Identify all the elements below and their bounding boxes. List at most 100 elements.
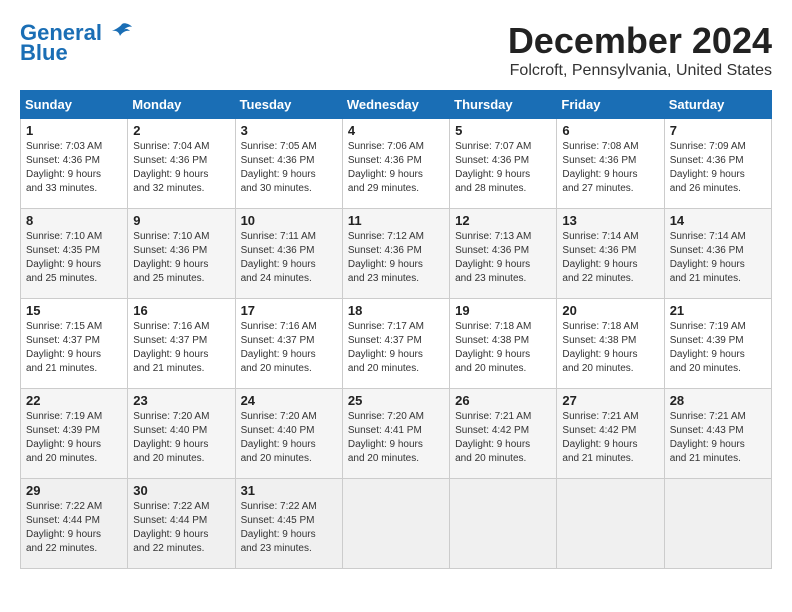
calendar-cell: 20 Sunrise: 7:18 AM Sunset: 4:38 PM Dayli… — [557, 299, 664, 389]
day-number: 20 — [562, 303, 658, 318]
logo: General Blue — [20, 20, 134, 66]
calendar-cell: 11 Sunrise: 7:12 AM Sunset: 4:36 PM Dayli… — [342, 209, 449, 299]
column-header-sunday: Sunday — [21, 91, 128, 119]
day-info: Sunrise: 7:21 AM Sunset: 4:42 PM Dayligh… — [562, 410, 658, 466]
day-number: 21 — [670, 303, 766, 318]
calendar-header-row: SundayMondayTuesdayWednesdayThursdayFrid… — [21, 91, 772, 119]
day-number: 2 — [133, 123, 229, 138]
calendar-cell: 14 Sunrise: 7:14 AM Sunset: 4:36 PM Dayli… — [664, 209, 771, 299]
day-info: Sunrise: 7:18 AM Sunset: 4:38 PM Dayligh… — [562, 320, 658, 376]
day-number: 17 — [241, 303, 337, 318]
calendar-cell: 5 Sunrise: 7:07 AM Sunset: 4:36 PM Daylig… — [450, 119, 557, 209]
column-header-tuesday: Tuesday — [235, 91, 342, 119]
day-number: 22 — [26, 393, 122, 408]
calendar-cell: 23 Sunrise: 7:20 AM Sunset: 4:40 PM Dayli… — [128, 389, 235, 479]
day-info: Sunrise: 7:14 AM Sunset: 4:36 PM Dayligh… — [670, 230, 766, 286]
day-info: Sunrise: 7:04 AM Sunset: 4:36 PM Dayligh… — [133, 140, 229, 196]
day-info: Sunrise: 7:19 AM Sunset: 4:39 PM Dayligh… — [670, 320, 766, 376]
day-number: 3 — [241, 123, 337, 138]
day-number: 19 — [455, 303, 551, 318]
day-number: 28 — [670, 393, 766, 408]
day-info: Sunrise: 7:21 AM Sunset: 4:43 PM Dayligh… — [670, 410, 766, 466]
calendar-cell: 29Sunrise: 7:22 AM Sunset: 4:44 PM Dayli… — [21, 479, 128, 569]
day-info: Sunrise: 7:10 AM Sunset: 4:35 PM Dayligh… — [26, 230, 122, 286]
calendar-cell: 19 Sunrise: 7:18 AM Sunset: 4:38 PM Dayli… — [450, 299, 557, 389]
column-header-monday: Monday — [128, 91, 235, 119]
calendar-cell: 26 Sunrise: 7:21 AM Sunset: 4:42 PM Dayli… — [450, 389, 557, 479]
logo-bird-icon — [102, 22, 134, 44]
calendar-cell: 7Sunrise: 7:09 AM Sunset: 4:36 PM Daylig… — [664, 119, 771, 209]
day-number: 9 — [133, 213, 229, 228]
day-number: 13 — [562, 213, 658, 228]
day-info: Sunrise: 7:22 AM Sunset: 4:44 PM Dayligh… — [26, 500, 122, 556]
day-info: Sunrise: 7:10 AM Sunset: 4:36 PM Dayligh… — [133, 230, 229, 286]
calendar-cell — [342, 479, 449, 569]
day-info: Sunrise: 7:21 AM Sunset: 4:42 PM Dayligh… — [455, 410, 551, 466]
day-info: Sunrise: 7:14 AM Sunset: 4:36 PM Dayligh… — [562, 230, 658, 286]
day-info: Sunrise: 7:16 AM Sunset: 4:37 PM Dayligh… — [241, 320, 337, 376]
day-number: 25 — [348, 393, 444, 408]
calendar-cell: 3Sunrise: 7:05 AM Sunset: 4:36 PM Daylig… — [235, 119, 342, 209]
day-info: Sunrise: 7:12 AM Sunset: 4:36 PM Dayligh… — [348, 230, 444, 286]
day-number: 27 — [562, 393, 658, 408]
day-info: Sunrise: 7:16 AM Sunset: 4:37 PM Dayligh… — [133, 320, 229, 376]
day-info: Sunrise: 7:19 AM Sunset: 4:39 PM Dayligh… — [26, 410, 122, 466]
day-info: Sunrise: 7:17 AM Sunset: 4:37 PM Dayligh… — [348, 320, 444, 376]
calendar-cell: 30Sunrise: 7:22 AM Sunset: 4:44 PM Dayli… — [128, 479, 235, 569]
calendar-title: December 2024 — [508, 20, 772, 62]
calendar-cell: 8 Sunrise: 7:10 AM Sunset: 4:35 PM Daylig… — [21, 209, 128, 299]
calendar-cell: 21 Sunrise: 7:19 AM Sunset: 4:39 PM Dayli… — [664, 299, 771, 389]
day-info: Sunrise: 7:22 AM Sunset: 4:45 PM Dayligh… — [241, 500, 337, 556]
calendar-cell — [664, 479, 771, 569]
calendar-cell: 10Sunrise: 7:11 AM Sunset: 4:36 PM Dayli… — [235, 209, 342, 299]
day-number: 1 — [26, 123, 122, 138]
calendar-cell: 18Sunrise: 7:17 AM Sunset: 4:37 PM Dayli… — [342, 299, 449, 389]
day-info: Sunrise: 7:07 AM Sunset: 4:36 PM Dayligh… — [455, 140, 551, 196]
day-number: 23 — [133, 393, 229, 408]
calendar-cell: 16 Sunrise: 7:16 AM Sunset: 4:37 PM Dayli… — [128, 299, 235, 389]
day-number: 8 — [26, 213, 122, 228]
day-info: Sunrise: 7:20 AM Sunset: 4:40 PM Dayligh… — [133, 410, 229, 466]
day-number: 12 — [455, 213, 551, 228]
day-info: Sunrise: 7:06 AM Sunset: 4:36 PM Dayligh… — [348, 140, 444, 196]
day-info: Sunrise: 7:11 AM Sunset: 4:36 PM Dayligh… — [241, 230, 337, 286]
day-info: Sunrise: 7:20 AM Sunset: 4:41 PM Dayligh… — [348, 410, 444, 466]
day-number: 26 — [455, 393, 551, 408]
day-info: Sunrise: 7:15 AM Sunset: 4:37 PM Dayligh… — [26, 320, 122, 376]
calendar-cell: 28 Sunrise: 7:21 AM Sunset: 4:43 PM Dayli… — [664, 389, 771, 479]
column-header-saturday: Saturday — [664, 91, 771, 119]
day-number: 11 — [348, 213, 444, 228]
day-number: 15 — [26, 303, 122, 318]
calendar-subtitle: Folcroft, Pennsylvania, United States — [508, 62, 772, 80]
calendar-cell: 22 Sunrise: 7:19 AM Sunset: 4:39 PM Dayli… — [21, 389, 128, 479]
day-number: 24 — [241, 393, 337, 408]
day-number: 16 — [133, 303, 229, 318]
calendar-cell: 13 Sunrise: 7:14 AM Sunset: 4:36 PM Dayli… — [557, 209, 664, 299]
day-info: Sunrise: 7:13 AM Sunset: 4:36 PM Dayligh… — [455, 230, 551, 286]
page-header: General Blue December 2024 Folcroft, Pen… — [20, 20, 772, 80]
column-header-thursday: Thursday — [450, 91, 557, 119]
calendar-cell — [450, 479, 557, 569]
day-info: Sunrise: 7:09 AM Sunset: 4:36 PM Dayligh… — [670, 140, 766, 196]
day-number: 6 — [562, 123, 658, 138]
day-info: Sunrise: 7:08 AM Sunset: 4:36 PM Dayligh… — [562, 140, 658, 196]
day-info: Sunrise: 7:18 AM Sunset: 4:38 PM Dayligh… — [455, 320, 551, 376]
day-number: 4 — [348, 123, 444, 138]
calendar-cell: 9 Sunrise: 7:10 AM Sunset: 4:36 PM Daylig… — [128, 209, 235, 299]
calendar-cell: 27 Sunrise: 7:21 AM Sunset: 4:42 PM Dayli… — [557, 389, 664, 479]
logo-text-blue: Blue — [20, 40, 68, 66]
calendar-cell — [557, 479, 664, 569]
day-number: 30 — [133, 483, 229, 498]
day-number: 14 — [670, 213, 766, 228]
calendar-cell: 1 Sunrise: 7:03 AM Sunset: 4:36 PM Daylig… — [21, 119, 128, 209]
day-info: Sunrise: 7:03 AM Sunset: 4:36 PM Dayligh… — [26, 140, 122, 196]
column-header-wednesday: Wednesday — [342, 91, 449, 119]
day-number: 31 — [241, 483, 337, 498]
calendar-cell: 24Sunrise: 7:20 AM Sunset: 4:40 PM Dayli… — [235, 389, 342, 479]
calendar-table: SundayMondayTuesdayWednesdayThursdayFrid… — [20, 90, 772, 569]
calendar-cell: 12 Sunrise: 7:13 AM Sunset: 4:36 PM Dayli… — [450, 209, 557, 299]
title-block: December 2024 Folcroft, Pennsylvania, Un… — [508, 20, 772, 80]
calendar-cell: 17 Sunrise: 7:16 AM Sunset: 4:37 PM Dayli… — [235, 299, 342, 389]
day-number: 5 — [455, 123, 551, 138]
calendar-cell: 2 Sunrise: 7:04 AM Sunset: 4:36 PM Daylig… — [128, 119, 235, 209]
